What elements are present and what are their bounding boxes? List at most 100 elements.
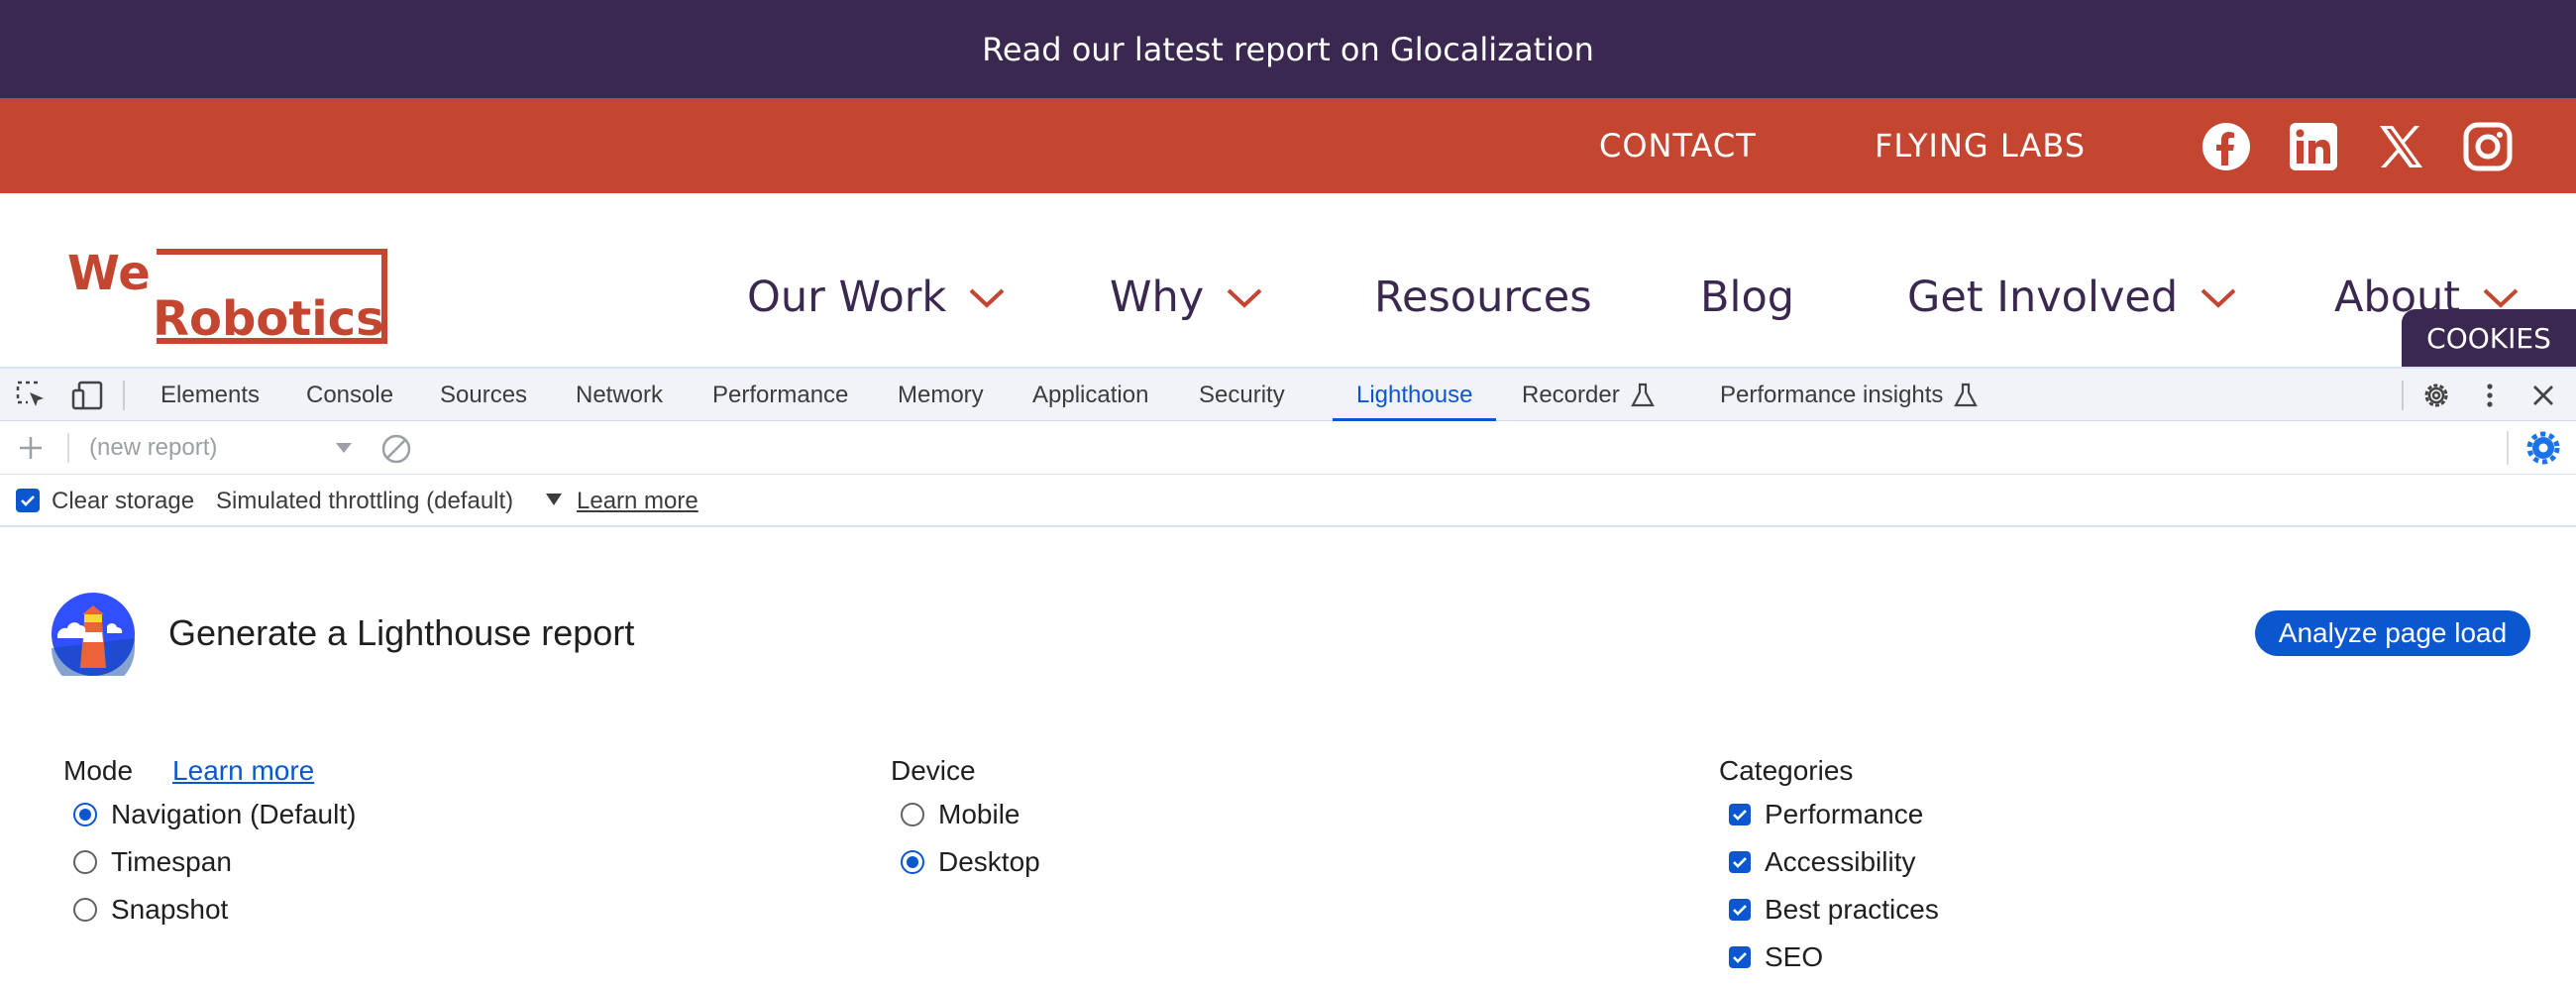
- radio-button[interactable]: [901, 850, 924, 874]
- checkmark-icon: [1733, 810, 1747, 821]
- category-performance[interactable]: Performance: [1729, 791, 1939, 838]
- radio-button[interactable]: [73, 898, 97, 922]
- close-icon[interactable]: [2526, 379, 2560, 412]
- tab-sources[interactable]: Sources: [440, 369, 527, 421]
- category-best-practices[interactable]: Best practices: [1729, 886, 1939, 934]
- divider: [2402, 381, 2404, 410]
- mode-option-label: Snapshot: [111, 894, 229, 925]
- mode-option-timespan[interactable]: Timespan: [73, 838, 356, 886]
- cookies-button[interactable]: COOKIES: [2402, 309, 2576, 367]
- nav-why[interactable]: Why: [1110, 273, 1263, 322]
- tab-recorder[interactable]: Recorder: [1522, 369, 1656, 421]
- svg-text:Robotics: Robotics: [153, 291, 384, 345]
- tab-network-label: Network: [576, 381, 664, 408]
- radio-button[interactable]: [73, 803, 97, 826]
- nav-our-work-label: Our Work: [747, 273, 947, 322]
- announcement-text[interactable]: Read our latest report on Glocalization: [982, 31, 1594, 68]
- radio-button[interactable]: [901, 803, 924, 826]
- dropdown-arrow-icon[interactable]: [545, 493, 563, 506]
- throttling-learn-more-link[interactable]: Learn more: [577, 488, 698, 515]
- device-option-desktop[interactable]: Desktop: [901, 838, 1040, 886]
- category-accessibility[interactable]: Accessibility: [1729, 838, 1939, 886]
- lighthouse-logo-icon: [52, 593, 135, 676]
- device-option-label: Mobile: [938, 799, 1020, 829]
- linkedin-icon[interactable]: [2289, 122, 2338, 171]
- tab-security-label: Security: [1199, 381, 1285, 408]
- checkmark-icon: [1733, 952, 1747, 963]
- mode-option-navigation[interactable]: Navigation (Default): [73, 791, 356, 838]
- experiment-flask-icon: [1954, 383, 1979, 406]
- category-seo[interactable]: SEO: [1729, 934, 1939, 981]
- add-icon[interactable]: [16, 433, 46, 463]
- device-option-label: Desktop: [938, 846, 1040, 877]
- checkbox[interactable]: [1729, 851, 1751, 873]
- device-option-mobile[interactable]: Mobile: [901, 791, 1040, 838]
- checkmark-icon: [21, 495, 35, 506]
- tab-network[interactable]: Network: [576, 369, 663, 421]
- lighthouse-toolbar: (new report): [0, 421, 2576, 475]
- tab-performance-label: Performance: [712, 381, 849, 408]
- inspect-element-icon[interactable]: [14, 379, 48, 412]
- divider: [67, 433, 69, 463]
- analyze-page-load-button[interactable]: Analyze page load: [2255, 610, 2530, 656]
- category-label: Performance: [1765, 799, 1924, 829]
- tab-application[interactable]: Application: [1032, 369, 1148, 421]
- mode-learn-more-link[interactable]: Learn more: [172, 755, 314, 787]
- instagram-icon[interactable]: [2463, 122, 2513, 171]
- tab-elements[interactable]: Elements: [161, 369, 260, 421]
- divider: [2507, 431, 2509, 465]
- tab-sources-label: Sources: [440, 381, 528, 408]
- nav-get-involved[interactable]: Get Involved: [1907, 273, 2237, 322]
- nav-our-work[interactable]: Our Work: [747, 273, 1006, 322]
- settings-gear-icon[interactable]: [2419, 379, 2453, 412]
- dropdown-arrow-icon: [336, 443, 352, 453]
- mode-option-label: Navigation (Default): [111, 799, 357, 829]
- tab-console[interactable]: Console: [306, 369, 393, 421]
- clear-storage-checkbox[interactable]: [16, 489, 40, 512]
- page-title: Generate a Lighthouse report: [168, 612, 635, 653]
- mode-section: Mode Learn more Navigation (Default) Tim…: [63, 751, 356, 934]
- x-twitter-icon[interactable]: [2376, 122, 2425, 171]
- tab-application-label: Application: [1032, 381, 1149, 408]
- checkbox[interactable]: [1729, 946, 1751, 968]
- tab-memory[interactable]: Memory: [898, 369, 984, 421]
- contact-link[interactable]: CONTACT: [1599, 127, 1757, 165]
- throttling-select[interactable]: Simulated throttling (default): [216, 488, 513, 515]
- radio-button[interactable]: [73, 850, 97, 874]
- werobotics-logo[interactable]: We Robotics: [65, 248, 388, 345]
- tab-security[interactable]: Security: [1199, 369, 1285, 421]
- device-section: Device Mobile Desktop: [891, 751, 1040, 886]
- categories-header: Categories: [1719, 751, 1939, 791]
- nav-get-involved-label: Get Involved: [1907, 273, 2179, 322]
- lighthouse-panel: Generate a Lighthouse report Analyze pag…: [0, 527, 2576, 989]
- flying-labs-link[interactable]: FLYING LABS: [1875, 127, 2086, 165]
- lighthouse-settings-icon[interactable]: [2526, 431, 2560, 465]
- more-options-icon[interactable]: [2473, 379, 2507, 412]
- cookies-label: COOKIES: [2426, 321, 2551, 355]
- nav-why-label: Why: [1110, 273, 1205, 322]
- mode-option-snapshot[interactable]: Snapshot: [73, 886, 356, 934]
- main-navigation: We Robotics Our Work Why Resources Blog …: [0, 193, 2576, 367]
- experiment-flask-icon: [1630, 383, 1655, 406]
- facebook-icon[interactable]: [2201, 122, 2251, 171]
- chevron-down-icon: [969, 288, 1005, 308]
- device-toolbar-icon[interactable]: [71, 379, 105, 412]
- category-label: Best practices: [1765, 894, 1939, 925]
- tab-lighthouse-label: Lighthouse: [1356, 381, 1473, 408]
- tab-lighthouse[interactable]: Lighthouse: [1332, 369, 1497, 421]
- tab-console-label: Console: [306, 381, 394, 408]
- device-label: Device: [891, 755, 976, 786]
- nav-resources[interactable]: Resources: [1374, 273, 1592, 322]
- tab-performance[interactable]: Performance: [712, 369, 848, 421]
- checkbox[interactable]: [1729, 899, 1751, 921]
- report-select-value: (new report): [89, 434, 218, 461]
- analyze-button-label: Analyze page load: [2278, 617, 2508, 648]
- tab-performance-insights[interactable]: Performance insights: [1720, 369, 1979, 421]
- announcement-bar[interactable]: Read our latest report on Glocalization: [0, 0, 2576, 98]
- mode-option-label: Timespan: [111, 846, 232, 877]
- report-select[interactable]: (new report): [89, 431, 353, 465]
- checkbox[interactable]: [1729, 804, 1751, 825]
- clear-block-icon[interactable]: [380, 433, 412, 465]
- nav-blog[interactable]: Blog: [1700, 273, 1794, 322]
- clear-storage-label[interactable]: Clear storage: [52, 488, 194, 515]
